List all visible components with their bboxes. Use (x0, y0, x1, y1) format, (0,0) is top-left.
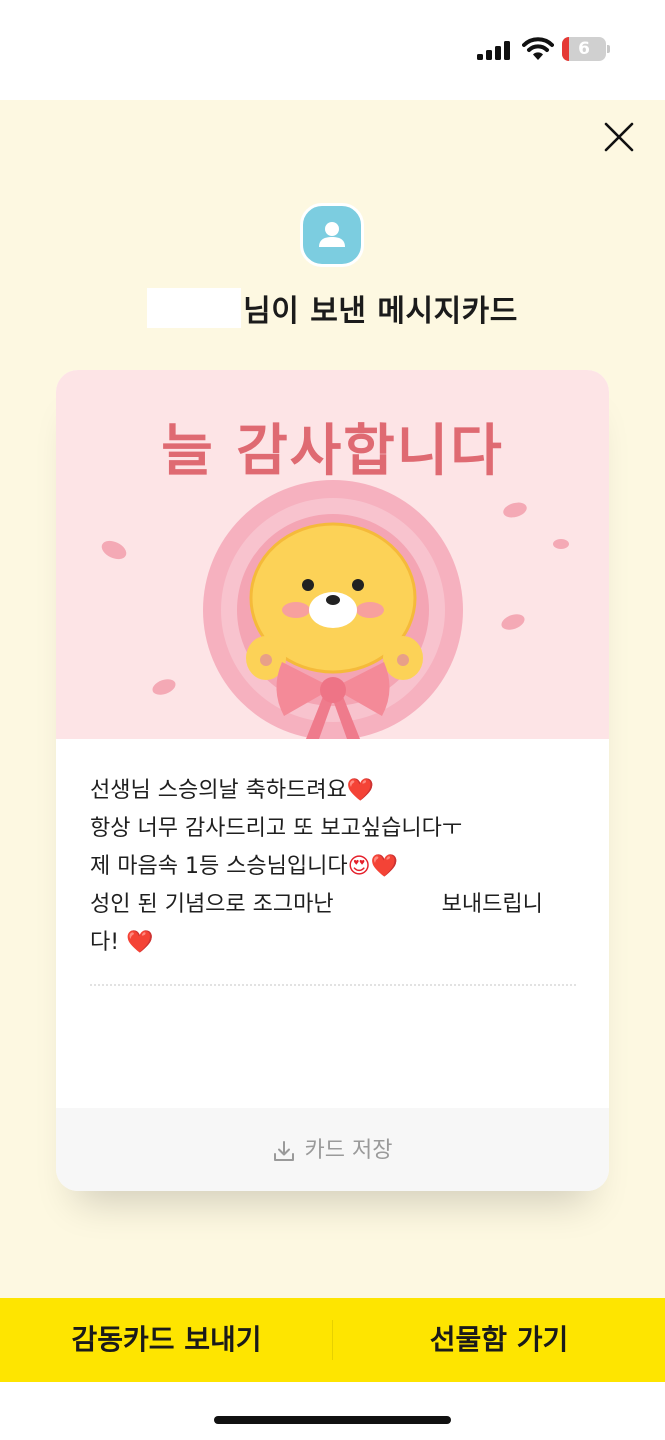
home-indicator[interactable] (214, 1416, 451, 1424)
heart-emoji: ❤️ (126, 930, 154, 955)
person-icon (319, 222, 345, 247)
sender-name-redacted (147, 288, 242, 328)
sender-avatar (300, 203, 364, 267)
close-icon[interactable] (600, 118, 638, 156)
sender-heading: 님이 보낸 메시지카드 (0, 286, 665, 330)
battery-icon: 6 (562, 37, 606, 61)
card-message: 선생님 스승의날 축하드려요❤️ 항상 너무 감사드리고 또 보고싶습니다ㅜ 제… (90, 772, 580, 962)
card-headline: 늘 감사합니다 (161, 419, 504, 484)
home-indicator-area (0, 1382, 665, 1440)
flower-lion-illustration (101, 480, 569, 739)
heart-eyes-emoji: 😍❤️ (347, 854, 398, 879)
battery-tip (607, 45, 610, 53)
action-bar: 감동카드 보내기 선물함 가기 (0, 1298, 665, 1382)
message-line: 항상 너무 감사드리고 또 보고싶습니다ㅜ (90, 816, 463, 841)
message-card: 늘 감사합니다 선생님 스승의날 축하드려요❤️ 항상 너무 감사드리고 또 보… (56, 370, 609, 1191)
download-icon (273, 1140, 294, 1161)
wifi-icon (522, 37, 554, 60)
gift-box-button[interactable]: 선물함 가기 (333, 1298, 665, 1382)
save-card-label: 카드 저장 (304, 1138, 393, 1163)
battery-level-text: 6 (578, 39, 590, 59)
message-line: 다! ❤️ (90, 930, 154, 955)
status-bar: 6 (0, 0, 665, 100)
cellular-signal-icon (477, 40, 511, 60)
heart-emoji: ❤️ (346, 778, 375, 803)
save-card-button[interactable]: 카드 저장 (56, 1108, 609, 1191)
dotted-divider (90, 984, 576, 986)
send-card-button[interactable]: 감동카드 보내기 (0, 1298, 333, 1382)
message-line: 제 마음속 1등 스승님입니다😍❤️ (90, 854, 398, 879)
page-title: 님이 보낸 메시지카드 (243, 294, 518, 329)
message-line: 성인 된 기념으로 조그마난 보내드립니 (90, 892, 543, 917)
card-image: 늘 감사합니다 (56, 370, 609, 739)
message-line: 선생님 스승의날 축하드려요❤️ (90, 778, 375, 803)
